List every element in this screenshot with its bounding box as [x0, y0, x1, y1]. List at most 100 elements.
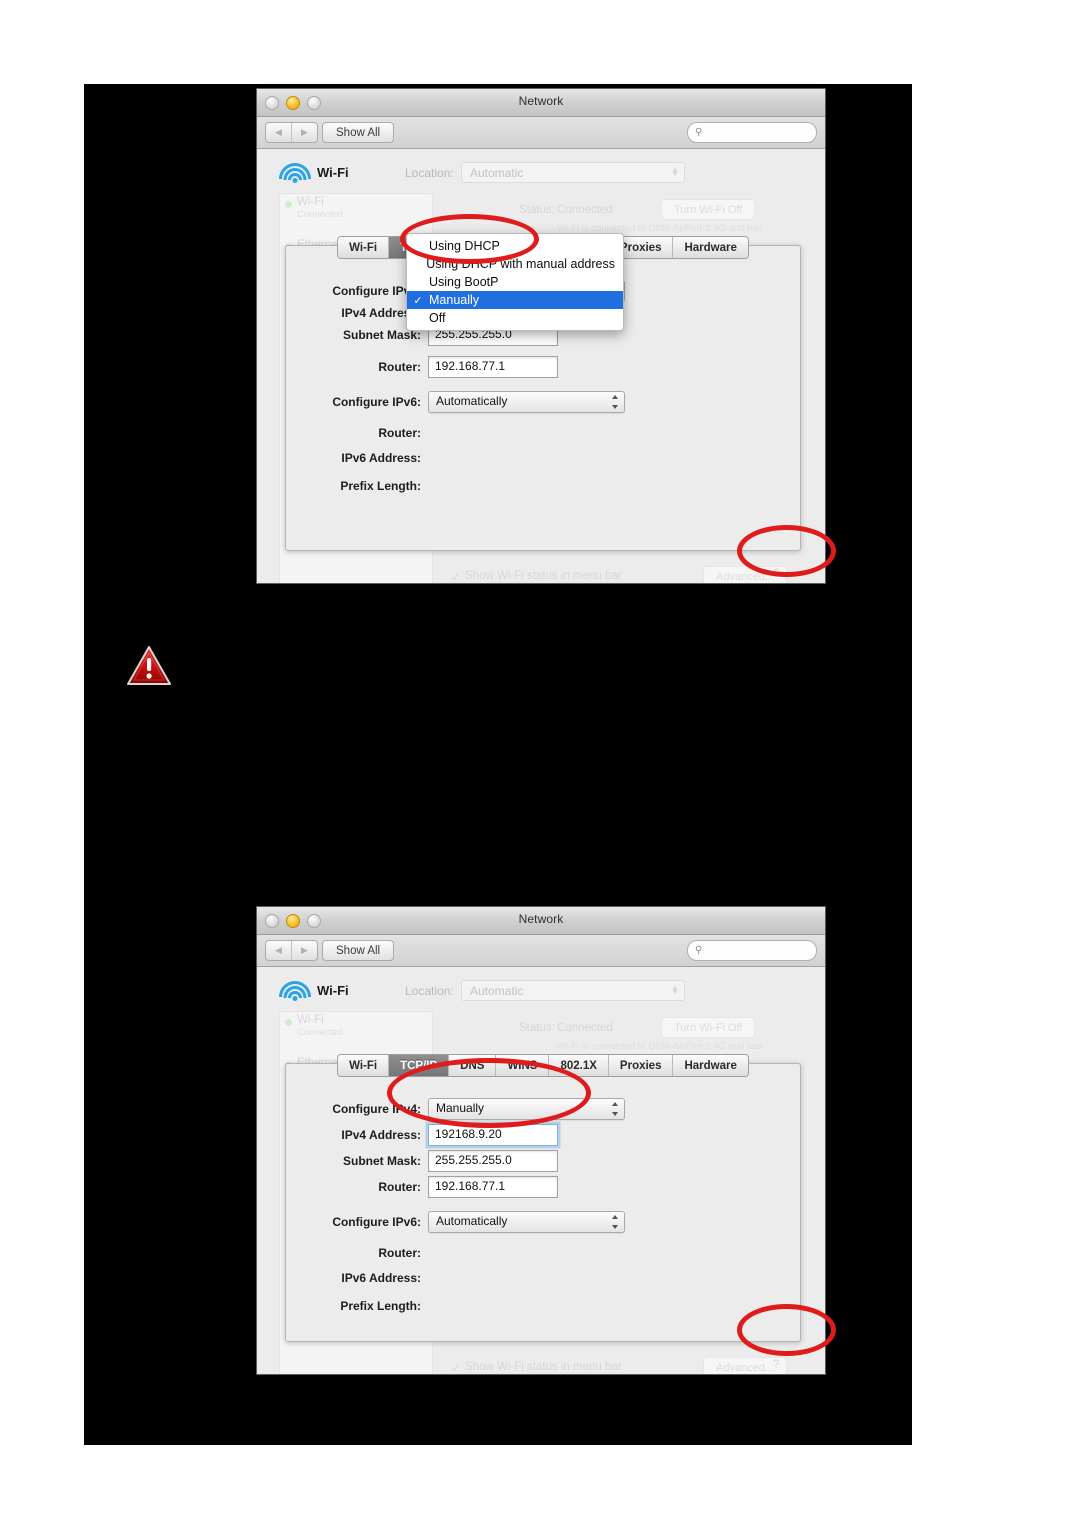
ghost-turn-wifi-off-button[interactable]: Turn Wi-Fi Off	[661, 199, 756, 220]
window-title: Network	[518, 94, 564, 108]
configure-ipv6-select-2[interactable]: Automatically	[428, 1211, 625, 1233]
tab-8021x[interactable]: 802.1X	[549, 1055, 609, 1076]
configure-ipv6-value-1: Automatically	[436, 394, 508, 408]
router-label-2: Router:	[378, 1180, 421, 1194]
configure-ipv6-select-1[interactable]: Automatically	[428, 391, 625, 413]
tab-tcpip[interactable]: TCP/IP	[389, 1055, 450, 1076]
check-icon: ✓	[413, 294, 423, 307]
ghost-turn-wifi-off-button[interactable]: Turn Wi-Fi Off	[661, 1017, 756, 1038]
show-all-button-2[interactable]: Show All	[322, 940, 395, 961]
search-box-1[interactable]: ⚲	[687, 122, 817, 143]
row-router6-1: Router:	[286, 424, 421, 444]
nav-button-group-2[interactable]: ◀ ▶	[265, 940, 318, 961]
row-prefix-length-1: Prefix Length:	[286, 477, 421, 497]
row-configure-ipv4-2: Configure IPv4:	[286, 1100, 421, 1120]
chevron-updown-icon	[611, 395, 618, 409]
ghost-sidebar-item-0: Wi-Fi	[297, 196, 324, 208]
subnet-mask-value-2: 255.255.255.0	[435, 1153, 512, 1167]
ipv4-address-value-2: 192168.9.20	[435, 1127, 502, 1141]
configure-ipv4-value-2: Manually	[436, 1101, 485, 1115]
ghost-sidebar-status-0: Connected	[297, 1027, 343, 1038]
location-value-1: Automatic	[470, 166, 524, 180]
tabs-group-2[interactable]: Wi-Fi TCP/IP DNS WINS 802.1X Proxies Har…	[337, 1054, 749, 1077]
ghost-sidebar-item-0: Wi-Fi	[297, 1014, 324, 1026]
menu-item-label: Off	[429, 311, 446, 325]
back-arrow-icon[interactable]: ◀	[266, 941, 291, 960]
service-name-1: Wi-Fi	[317, 165, 349, 180]
tab-dns[interactable]: DNS	[449, 1055, 497, 1076]
row-configure-ipv6-2: Configure IPv6:	[286, 1213, 421, 1233]
nav-button-group-1[interactable]: ◀ ▶	[265, 122, 318, 143]
row-ipv6-address-1: IPv6 Address:	[286, 449, 421, 469]
location-value-2: Automatic	[470, 984, 524, 998]
chevron-updown-icon: ▲▼	[671, 165, 679, 178]
ghost-help-icon[interactable]: ?	[773, 568, 779, 580]
menu-item-using-bootp[interactable]: Using BootP	[407, 273, 623, 291]
row-prefix-length-2: Prefix Length:	[286, 1297, 421, 1317]
chevron-updown-icon	[611, 1215, 618, 1229]
ipv4-address-input-2[interactable]: 192168.9.20	[428, 1124, 558, 1146]
router-input-1[interactable]: 192.168.77.1	[428, 356, 558, 378]
location-label-1: Location:	[405, 166, 454, 180]
menu-item-using-dhcp-manual[interactable]: Using DHCP with manual address	[407, 255, 623, 273]
subnet-mask-label-2: Subnet Mask:	[342, 1154, 421, 1168]
router-label-1: Router:	[378, 360, 421, 374]
router-value-1: 192.168.77.1	[435, 359, 506, 373]
tab-proxies[interactable]: Proxies	[608, 1055, 674, 1076]
location-select-2[interactable]: Automatic ▲ ▼	[461, 980, 685, 1001]
chevron-updown-icon	[611, 1102, 618, 1116]
window-toolbar-1: ◀ ▶ Show All ⚲	[257, 117, 825, 149]
ghost-help-icon[interactable]: ?	[773, 1359, 779, 1371]
menu-item-manually[interactable]: ✓ Manually	[407, 291, 623, 309]
row-router-1: Router:	[286, 358, 421, 378]
ghost-show-status-checkbox[interactable]: ✓	[451, 1361, 461, 1374]
configure-ipv4-select-2[interactable]: Manually	[428, 1098, 625, 1120]
subnet-mask-input-2[interactable]: 255.255.255.0	[428, 1150, 558, 1172]
search-input-2[interactable]	[702, 943, 803, 958]
window-titlebar-2: Network	[257, 907, 825, 935]
configure-ipv4-dropdown-menu[interactable]: Using DHCP Using DHCP with manual addres…	[406, 233, 624, 331]
ghost-status-dot	[285, 1019, 292, 1026]
row-router6-2: Router:	[286, 1244, 421, 1264]
row-router-2: Router:	[286, 1178, 421, 1198]
ghost-sidebar-status-0: Connected	[297, 209, 343, 220]
tab-hardware[interactable]: Hardware	[673, 237, 748, 258]
tab-wifi[interactable]: Wi-Fi	[338, 1055, 390, 1076]
row-subnet-mask-2: Subnet Mask:	[286, 1152, 421, 1172]
router-value-2: 192.168.77.1	[435, 1179, 506, 1193]
menu-item-off[interactable]: Off	[407, 309, 623, 327]
menu-item-label: Using DHCP with manual address	[426, 257, 615, 271]
ghost-show-status-checkbox[interactable]: ✓	[451, 570, 461, 583]
row-ipv6-address-2: IPv6 Address:	[286, 1269, 421, 1289]
window-toolbar-2: ◀ ▶ Show All ⚲	[257, 935, 825, 967]
prefix-length-label-1: Prefix Length:	[340, 479, 421, 493]
tcpip-sheet-2: Wi-Fi TCP/IP DNS WINS 802.1X Proxies Har…	[285, 1054, 801, 1342]
back-arrow-icon[interactable]: ◀	[266, 123, 291, 142]
tab-wifi[interactable]: Wi-Fi	[338, 237, 390, 258]
search-input-1[interactable]	[702, 125, 803, 140]
tab-wins[interactable]: WINS	[496, 1055, 550, 1076]
tcpip-sheet-1: Wi-Fi TCP/IP DNS WINS 802.1X Proxies Har…	[285, 233, 801, 551]
chevron-updown-icon: ▲▼	[671, 983, 679, 996]
ghost-status-label: Status:	[519, 204, 555, 216]
tab-hardware[interactable]: Hardware	[673, 1055, 748, 1076]
forward-arrow-icon[interactable]: ▶	[291, 123, 317, 142]
service-header-2: Wi-Fi Location: Automatic ▲ ▼	[257, 975, 825, 1009]
show-all-button-1[interactable]: Show All	[322, 122, 395, 143]
search-box-2[interactable]: ⚲	[687, 940, 817, 961]
location-select-1[interactable]: Automatic ▲ ▼	[461, 162, 685, 183]
menu-item-label: Manually	[429, 293, 480, 307]
configure-ipv4-label-2: Configure IPv4:	[332, 1102, 421, 1116]
row-ipv4-address-2: IPv4 Address:	[286, 1126, 421, 1146]
menu-item-using-dhcp[interactable]: Using DHCP	[407, 237, 623, 255]
configure-ipv6-value-2: Automatically	[436, 1214, 508, 1228]
prefix-length-label-2: Prefix Length:	[340, 1299, 421, 1313]
router-input-2[interactable]: 192.168.77.1	[428, 1176, 558, 1198]
window-titlebar-1: Network	[257, 89, 825, 117]
forward-arrow-icon[interactable]: ▶	[291, 941, 317, 960]
row-subnet-mask-1: Subnet Mask:	[286, 326, 421, 346]
row-configure-ipv6-1: Configure IPv6:	[286, 393, 421, 413]
router6-label-2: Router:	[378, 1246, 421, 1260]
network-window-2: Network ◀ ▶ Show All ⚲ Wi-Fi Location: A…	[256, 906, 826, 1375]
ghost-status-value: Connected	[557, 204, 613, 216]
